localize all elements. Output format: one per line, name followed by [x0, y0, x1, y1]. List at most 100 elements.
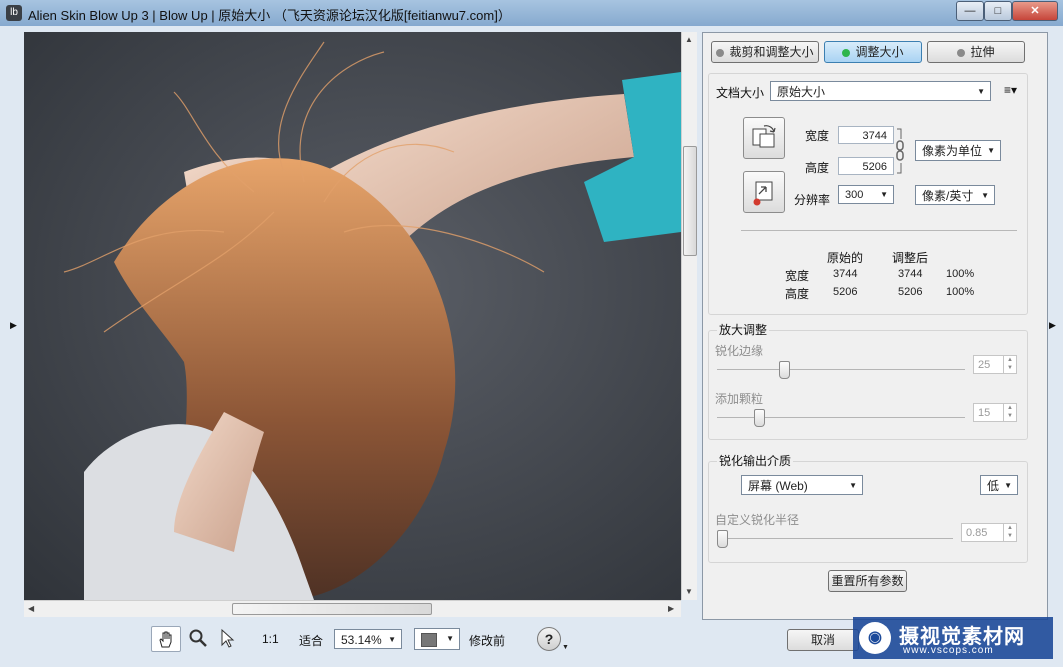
minimize-button[interactable]: —	[956, 1, 984, 21]
width-input[interactable]: 3744	[838, 126, 894, 144]
summary-width-label: 宽度	[785, 269, 810, 283]
tab-label: 拉伸	[970, 45, 995, 59]
vertical-scrollbar[interactable]: ▲ ▼	[681, 32, 697, 600]
zoom-fit-button[interactable]: 适合	[299, 632, 323, 649]
cancel-button[interactable]: 取消	[787, 629, 859, 651]
summary-height-original: 5206	[833, 286, 858, 298]
close-button[interactable]: ✕	[1012, 1, 1058, 21]
active-dot-icon	[842, 49, 851, 57]
resolution-unit-value: 像素/英寸	[922, 189, 974, 203]
sharpen-edges-value: 25	[978, 359, 991, 371]
reset-size-icon	[753, 181, 773, 206]
width-label: 宽度	[805, 129, 830, 143]
sharpen-amount-value: 低	[987, 479, 1000, 493]
window-title: Alien Skin Blow Up 3 | Blow Up | 原始大小 （飞…	[28, 8, 511, 23]
reset-size-button[interactable]	[743, 171, 785, 213]
resolution-select[interactable]: 300 ▼	[838, 185, 894, 204]
divider	[741, 230, 1017, 231]
zoom-level-select[interactable]: 53.14% ▼	[334, 629, 402, 649]
zoom-1-to-1-button[interactable]: 1:1	[262, 632, 279, 646]
chevron-down-icon: ▼	[446, 634, 454, 643]
watermark-url: www.vscops.com	[903, 645, 994, 656]
resolution-unit-select[interactable]: 像素/英寸 ▼	[915, 185, 995, 205]
size-unit-select[interactable]: 像素为单位 ▼	[915, 140, 1001, 161]
tab-crop-resize[interactable]: 裁剪和调整大小	[711, 41, 819, 63]
chevron-down-icon: ▼	[849, 481, 857, 490]
chevron-down-icon: ▼	[981, 191, 989, 200]
output-media-select[interactable]: 屏幕 (Web) ▼	[741, 475, 863, 495]
reset-all-button[interactable]: 重置所有参数	[828, 570, 907, 592]
app-icon: lb	[6, 5, 22, 21]
status-dot-icon	[716, 49, 725, 57]
help-icon[interactable]: ?	[537, 627, 561, 651]
spinner-arrows-icon[interactable]: ▲ ▼	[1003, 524, 1016, 541]
custom-radius-spinner[interactable]: 0.85 ▲ ▼	[961, 523, 1017, 542]
link-chain-icon[interactable]	[895, 127, 905, 175]
tab-label: 调整大小	[855, 45, 904, 59]
add-grain-spinner[interactable]: 15 ▲ ▼	[973, 403, 1017, 422]
rotate-pages-icon	[752, 125, 776, 148]
enlarge-adjust-title: 放大调整	[717, 321, 770, 338]
arrow-icon	[221, 628, 235, 648]
custom-radius-slider-thumb[interactable]	[717, 530, 728, 548]
swap-orientation-button[interactable]	[743, 117, 785, 159]
tab-label: 裁剪和调整大小	[729, 45, 814, 59]
horizontal-scroll-thumb[interactable]	[232, 603, 432, 615]
collapse-right-arrow-icon[interactable]: ▶	[1049, 320, 1057, 330]
height-input[interactable]: 5206	[838, 157, 894, 175]
add-grain-slider-thumb[interactable]	[754, 409, 766, 427]
sharpen-edges-spinner[interactable]: 25 ▲ ▼	[973, 355, 1017, 374]
zoom-tool-button[interactable]	[185, 626, 211, 650]
output-media-value: 屏幕 (Web)	[748, 479, 808, 493]
preview-color-select[interactable]: ▼	[414, 628, 460, 650]
scroll-right-arrow-icon[interactable]: ▶	[668, 604, 674, 613]
magnifier-icon	[189, 629, 207, 647]
settings-panel: 裁剪和调整大小 调整大小 拉伸 文档大小 原始大小 ▼ ≡▾ 宽度 3744 高…	[702, 32, 1048, 620]
chevron-down-icon: ▼	[987, 146, 995, 155]
sharpen-edges-slider-thumb[interactable]	[779, 361, 790, 379]
output-sharpening-title: 锐化输出介质	[717, 452, 794, 469]
tab-resize[interactable]: 调整大小	[824, 41, 922, 63]
chevron-down-icon: ▼	[1004, 481, 1012, 490]
summary-col-original: 原始的	[827, 251, 864, 265]
image-preview-canvas[interactable]	[24, 32, 681, 600]
custom-radius-value: 0.85	[966, 527, 988, 539]
tab-stretch[interactable]: 拉伸	[927, 41, 1025, 63]
hand-icon	[159, 631, 172, 648]
summary-col-adjusted: 调整后	[892, 251, 929, 265]
chevron-down-icon: ▼	[880, 190, 888, 199]
horizontal-scrollbar[interactable]: ◀ ▶	[24, 600, 681, 617]
height-label: 高度	[805, 161, 830, 175]
document-size-label: 文档大小	[716, 86, 765, 100]
sharpen-edges-slider[interactable]	[717, 369, 965, 370]
chevron-down-icon: ▼	[388, 635, 396, 644]
summary-height-label: 高度	[785, 287, 810, 301]
zoom-level-value: 53.14%	[341, 633, 382, 647]
maximize-button[interactable]: □	[984, 1, 1012, 21]
resolution-value: 300	[845, 189, 864, 201]
watermark-camera-icon: ◉	[859, 622, 891, 654]
vertical-scroll-thumb[interactable]	[683, 146, 697, 256]
summary-height-adjusted: 5206	[898, 286, 923, 298]
scroll-left-arrow-icon[interactable]: ◀	[28, 604, 34, 613]
size-unit-value: 像素为单位	[922, 144, 983, 158]
document-size-select[interactable]: 原始大小 ▼	[770, 81, 991, 101]
before-preview-toggle[interactable]: 修改前	[469, 632, 505, 649]
photo-preview-image	[24, 32, 681, 600]
hand-tool-button[interactable]	[151, 626, 181, 652]
scroll-up-arrow-icon[interactable]: ▲	[685, 35, 693, 44]
collapse-left-arrow-icon[interactable]: ▶	[10, 320, 18, 330]
title-bar: lb Alien Skin Blow Up 3 | Blow Up | 原始大小…	[0, 0, 1063, 27]
spinner-arrows-icon[interactable]: ▲ ▼	[1003, 356, 1016, 373]
scroll-down-arrow-icon[interactable]: ▼	[685, 587, 693, 596]
summary-width-original: 3744	[833, 268, 858, 280]
options-menu-icon[interactable]: ≡▾	[1004, 83, 1017, 97]
help-dropdown-icon[interactable]: ▼	[562, 644, 569, 651]
select-tool-button[interactable]	[216, 626, 240, 650]
add-grain-label: 添加颗粒	[715, 392, 764, 406]
gray-swatch-icon	[421, 633, 437, 647]
spinner-arrows-icon[interactable]: ▲ ▼	[1003, 404, 1016, 421]
custom-radius-slider[interactable]	[717, 538, 953, 539]
sharpen-amount-select[interactable]: 低 ▼	[980, 475, 1018, 495]
summary-width-percent: 100%	[946, 268, 975, 280]
